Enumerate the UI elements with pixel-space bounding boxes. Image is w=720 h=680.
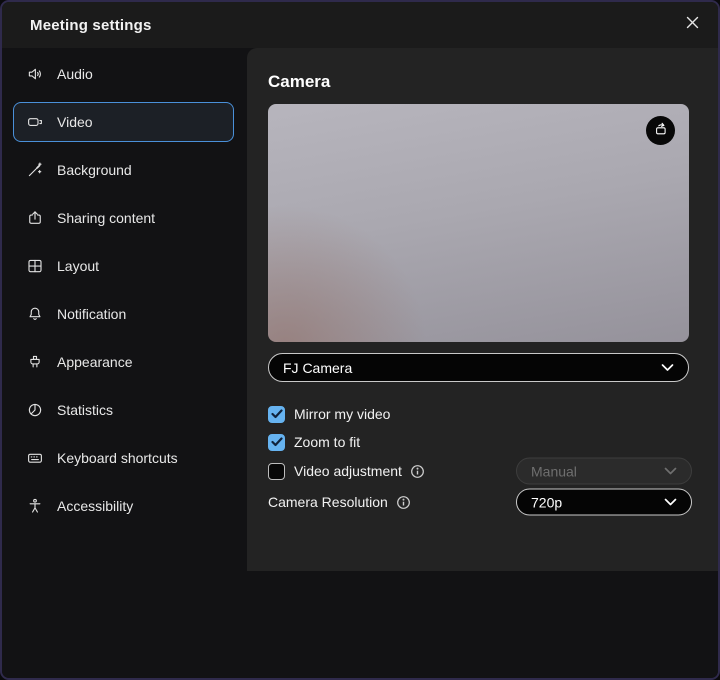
camera-device-select[interactable]: FJ Camera (268, 353, 689, 382)
camera-device-value: FJ Camera (283, 360, 352, 376)
sidebar-item-label: Appearance (57, 354, 133, 370)
video-camera-icon (26, 113, 44, 131)
sidebar-item-label: Accessibility (57, 498, 133, 514)
sidebar-item-label: Sharing content (57, 210, 155, 226)
accessibility-person-icon (26, 497, 44, 515)
sidebar-item-sharing-content[interactable]: Sharing content (13, 198, 234, 238)
video-adjustment-checkbox[interactable] (268, 463, 285, 480)
paintbrush-icon (26, 353, 44, 371)
sidebar-item-layout[interactable]: Layout (13, 246, 234, 286)
meeting-settings-dialog: Meeting settings Audio Video (0, 0, 720, 680)
camera-resolution-value: 720p (531, 494, 562, 510)
dialog-content: Audio Video Background Sharing content (2, 48, 718, 680)
mirror-my-video-checkbox[interactable] (268, 406, 285, 423)
info-icon[interactable] (396, 495, 411, 510)
video-settings-panel: Camera FJ Camera (247, 48, 720, 571)
sidebar-item-label: Notification (57, 306, 126, 322)
dialog-title: Meeting settings (30, 17, 152, 34)
bell-icon (26, 305, 44, 323)
sidebar-item-label: Keyboard shortcuts (57, 450, 178, 466)
sidebar-item-appearance[interactable]: Appearance (13, 342, 234, 382)
keyboard-icon (26, 449, 44, 467)
sidebar-item-label: Layout (57, 258, 99, 274)
close-icon (685, 15, 700, 35)
camera-preview (268, 104, 689, 342)
sidebar-item-label: Audio (57, 66, 93, 82)
sidebar-item-background[interactable]: Background (13, 150, 234, 190)
camera-resolution-select[interactable]: 720p (516, 489, 692, 516)
mirror-my-video-row: Mirror my video (268, 400, 689, 428)
sidebar-item-label: Statistics (57, 402, 113, 418)
mirror-my-video-label: Mirror my video (294, 406, 390, 422)
camera-resolution-row: Camera Resolution 720p (268, 486, 689, 518)
layout-grid-icon (26, 257, 44, 275)
close-button[interactable] (678, 12, 706, 38)
sidebar-item-video[interactable]: Video (13, 102, 234, 142)
video-adjustment-mode-value: Manual (531, 463, 577, 479)
sidebar-item-label: Video (57, 114, 93, 130)
pie-chart-icon (26, 401, 44, 419)
chevron-down-icon (664, 498, 677, 507)
flip-camera-icon (652, 120, 669, 142)
sidebar-item-statistics[interactable]: Statistics (13, 390, 234, 430)
magic-wand-icon (26, 161, 44, 179)
sidebar-item-accessibility[interactable]: Accessibility (13, 486, 234, 526)
video-adjustment-mode-select: Manual (516, 458, 692, 485)
video-options: Mirror my video Zoom to fit Video adjust… (268, 400, 689, 518)
sidebar-item-label: Background (57, 162, 132, 178)
title-bar: Meeting settings (2, 2, 718, 48)
sidebar-item-notification[interactable]: Notification (13, 294, 234, 334)
chevron-down-icon (664, 467, 677, 476)
camera-resolution-label: Camera Resolution (268, 494, 388, 510)
speaker-icon (26, 65, 44, 83)
flip-camera-button[interactable] (646, 116, 675, 145)
info-icon[interactable] (410, 464, 425, 479)
zoom-to-fit-row: Zoom to fit (268, 428, 689, 456)
zoom-to-fit-label: Zoom to fit (294, 434, 360, 450)
sidebar-item-keyboard-shortcuts[interactable]: Keyboard shortcuts (13, 438, 234, 478)
section-title: Camera (268, 72, 689, 92)
chevron-down-icon (661, 363, 674, 372)
settings-sidebar: Audio Video Background Sharing content (2, 48, 247, 680)
zoom-to-fit-checkbox[interactable] (268, 434, 285, 451)
video-adjustment-label: Video adjustment (294, 463, 402, 479)
sidebar-item-audio[interactable]: Audio (13, 54, 234, 94)
video-adjustment-row: Video adjustment Manual (268, 456, 689, 486)
share-upload-icon (26, 209, 44, 227)
